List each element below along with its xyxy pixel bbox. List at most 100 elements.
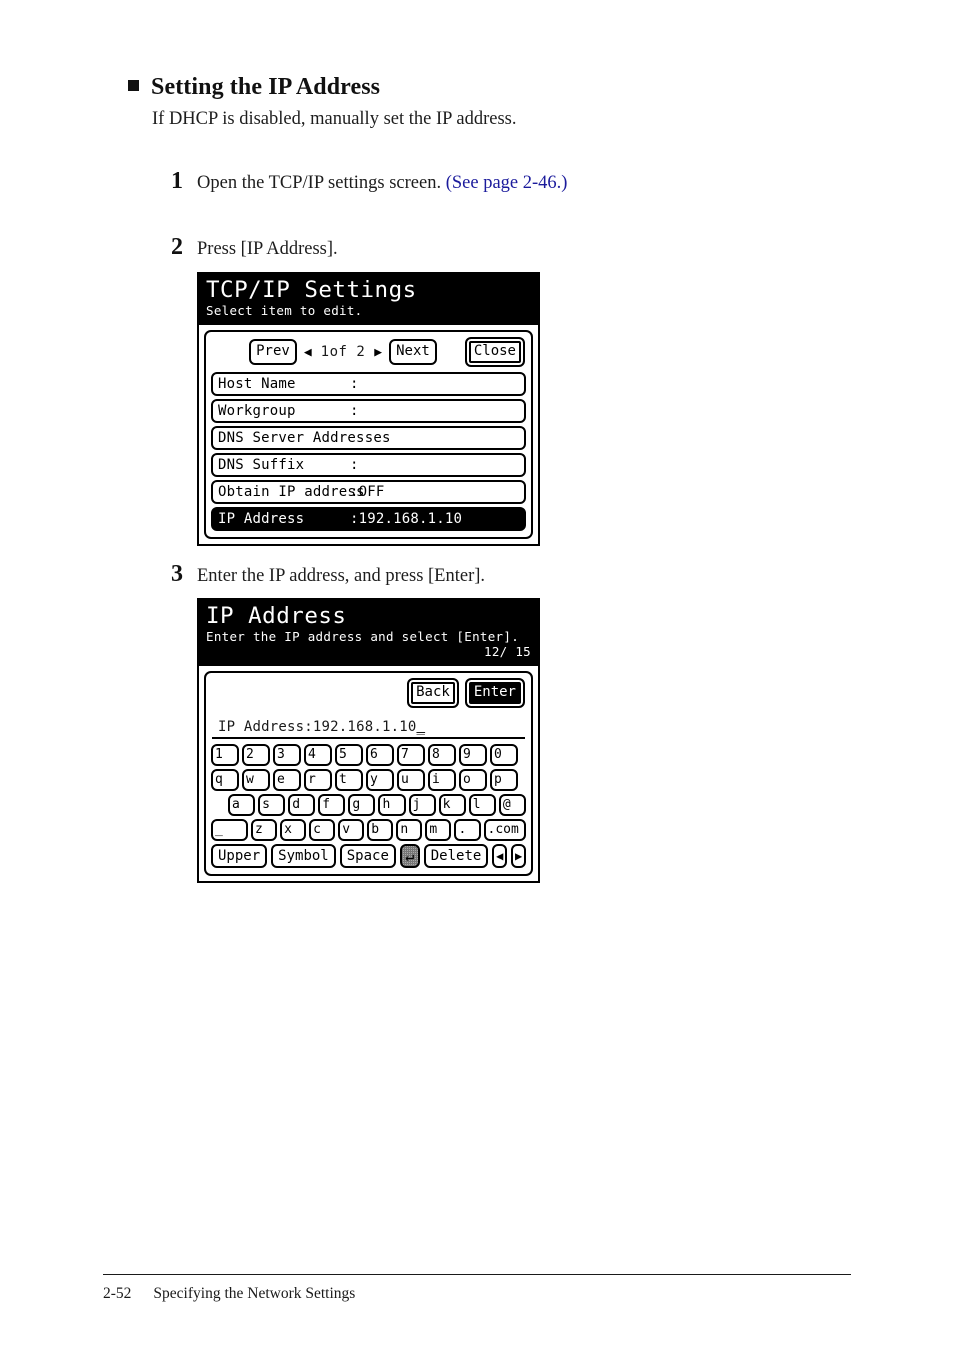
- step-3: 3 Enter the IP address, and press [Enter…: [171, 561, 485, 588]
- key-3[interactable]: 3: [273, 744, 301, 766]
- page-indicator: 1of 2: [320, 344, 366, 360]
- key-o[interactable]: o: [459, 769, 487, 791]
- upper-key[interactable]: Upper: [211, 844, 268, 868]
- ip-address-field[interactable]: IP Address:192.168.1.10_: [212, 713, 525, 739]
- symbol-key[interactable]: Symbol: [271, 844, 336, 868]
- pagination-toolbar: Prev ◀ 1of 2 ▶ Next Close: [211, 337, 526, 367]
- key-p[interactable]: p: [490, 769, 518, 791]
- key-x[interactable]: x: [280, 819, 307, 841]
- lcd-header: TCP/IP Settings Select item to edit.: [199, 274, 538, 323]
- keyboard-row-qwerty: q w e r t y u i o p: [211, 769, 526, 791]
- keyboard-row-zxcv: _ z x c v b n m . .com: [211, 819, 526, 841]
- step-1: 1 Open the TCP/IP settings screen. (See …: [171, 168, 567, 195]
- cursor-right-icon[interactable]: ▶: [511, 844, 526, 868]
- key-4[interactable]: 4: [304, 744, 332, 766]
- list-item-value: :: [350, 457, 359, 473]
- key-y[interactable]: y: [366, 769, 394, 791]
- step-2: 2 Press [IP Address].: [171, 234, 338, 261]
- list-item-ip-address[interactable]: IP Address :192.168.1.10: [211, 507, 526, 531]
- key-underscore[interactable]: _: [211, 819, 249, 841]
- list-item[interactable]: Host Name :: [211, 372, 526, 396]
- list-item[interactable]: DNS Suffix :: [211, 453, 526, 477]
- key-b[interactable]: b: [367, 819, 394, 841]
- lcd-subtitle: Enter the IP address and select [Enter].: [206, 629, 520, 644]
- key-g[interactable]: g: [348, 794, 376, 816]
- cross-reference-link[interactable]: (See page 2-46.): [446, 173, 568, 193]
- page-title: Setting the IP Address: [151, 74, 381, 100]
- key-period[interactable]: .: [454, 819, 481, 841]
- close-button[interactable]: Close: [464, 337, 525, 367]
- key-c[interactable]: c: [309, 819, 336, 841]
- lcd-screen-tcpip-settings: TCP/IP Settings Select item to edit. Pre…: [197, 272, 540, 546]
- key-v[interactable]: v: [338, 819, 365, 841]
- key-e[interactable]: e: [273, 769, 301, 791]
- step-1-number: 1: [171, 168, 183, 194]
- space-key[interactable]: Space: [339, 844, 396, 868]
- key-n[interactable]: n: [396, 819, 423, 841]
- step-3-text: Enter the IP address, and press [Enter].: [197, 566, 486, 586]
- lcd-body-inner: Back Enter IP Address:192.168.1.10_ 1 2 …: [204, 671, 533, 876]
- key-8[interactable]: 8: [428, 744, 456, 766]
- back-button[interactable]: Back: [407, 678, 459, 708]
- lcd-body-inner: Prev ◀ 1of 2 ▶ Next Close Host Name : Wo…: [204, 330, 533, 539]
- key-a[interactable]: a: [228, 794, 256, 816]
- lcd-title: IP Address: [206, 603, 347, 629]
- cursor-left-icon[interactable]: ◀: [492, 844, 508, 868]
- right-arrow-icon[interactable]: ▶: [373, 346, 383, 359]
- list-item[interactable]: Obtain IP address :OFF: [211, 480, 526, 504]
- key-7[interactable]: 7: [397, 744, 425, 766]
- key-d[interactable]: d: [288, 794, 316, 816]
- key-5[interactable]: 5: [335, 744, 363, 766]
- key-l[interactable]: l: [468, 794, 496, 816]
- key-t[interactable]: t: [335, 769, 363, 791]
- key-6[interactable]: 6: [366, 744, 394, 766]
- key-9[interactable]: 9: [459, 744, 487, 766]
- key-at[interactable]: @: [498, 794, 526, 816]
- next-button[interactable]: Next: [389, 339, 437, 365]
- action-toolbar: Back Enter: [211, 678, 526, 708]
- lcd-subtitle: Select item to edit.: [206, 303, 363, 318]
- square-bullet-icon: [128, 80, 139, 91]
- key-w[interactable]: w: [242, 769, 270, 791]
- list-item-value: :192.168.1.10: [350, 511, 463, 527]
- document-page: Setting the IP Address If DHCP is disabl…: [0, 0, 954, 1348]
- field-value: 192.168.1.10: [312, 719, 417, 735]
- key-f[interactable]: f: [318, 794, 346, 816]
- list-item[interactable]: DNS Server Addresses: [211, 426, 526, 450]
- key-0[interactable]: 0: [490, 744, 518, 766]
- key-1[interactable]: 1: [211, 744, 239, 766]
- key-m[interactable]: m: [425, 819, 452, 841]
- footer-divider: [103, 1274, 851, 1275]
- keyboard-row-numbers: 1 2 3 4 5 6 7 8 9 0: [211, 744, 526, 766]
- key-q[interactable]: q: [211, 769, 239, 791]
- step-2-number: 2: [171, 234, 183, 260]
- text-caret: _: [416, 719, 426, 735]
- key-k[interactable]: k: [438, 794, 466, 816]
- key-s[interactable]: s: [258, 794, 286, 816]
- list-item-label: DNS Server Addresses: [218, 430, 391, 446]
- footer-section-title: Specifying the Network Settings: [153, 1285, 356, 1302]
- left-arrow-icon[interactable]: ◀: [303, 346, 313, 359]
- key-z[interactable]: z: [251, 819, 278, 841]
- key-2[interactable]: 2: [242, 744, 270, 766]
- key-j[interactable]: j: [408, 794, 436, 816]
- key-i[interactable]: i: [428, 769, 456, 791]
- list-item-label: Workgroup: [218, 403, 296, 419]
- keyboard-row-functions: Upper Symbol Space ↵ Delete ◀ ▶: [211, 844, 526, 868]
- key-dot-com[interactable]: .com: [483, 819, 526, 841]
- list-item-value: :: [350, 403, 359, 419]
- lcd-body: Back Enter IP Address:192.168.1.10_ 1 2 …: [199, 664, 538, 881]
- key-u[interactable]: u: [397, 769, 425, 791]
- key-r[interactable]: r: [304, 769, 332, 791]
- key-h[interactable]: h: [378, 794, 406, 816]
- list-item[interactable]: Workgroup :: [211, 399, 526, 423]
- list-item-label: Host Name: [218, 376, 296, 392]
- prev-button[interactable]: Prev: [249, 339, 297, 365]
- list-item-value: :OFF: [350, 484, 385, 500]
- field-label: IP Address:: [218, 719, 313, 735]
- list-item-value: :: [350, 376, 359, 392]
- return-key-icon[interactable]: ↵: [399, 844, 420, 868]
- delete-key[interactable]: Delete: [423, 844, 489, 868]
- on-screen-keyboard: 1 2 3 4 5 6 7 8 9 0 q w e r t y u i o p …: [211, 744, 526, 868]
- enter-button[interactable]: Enter: [464, 678, 525, 708]
